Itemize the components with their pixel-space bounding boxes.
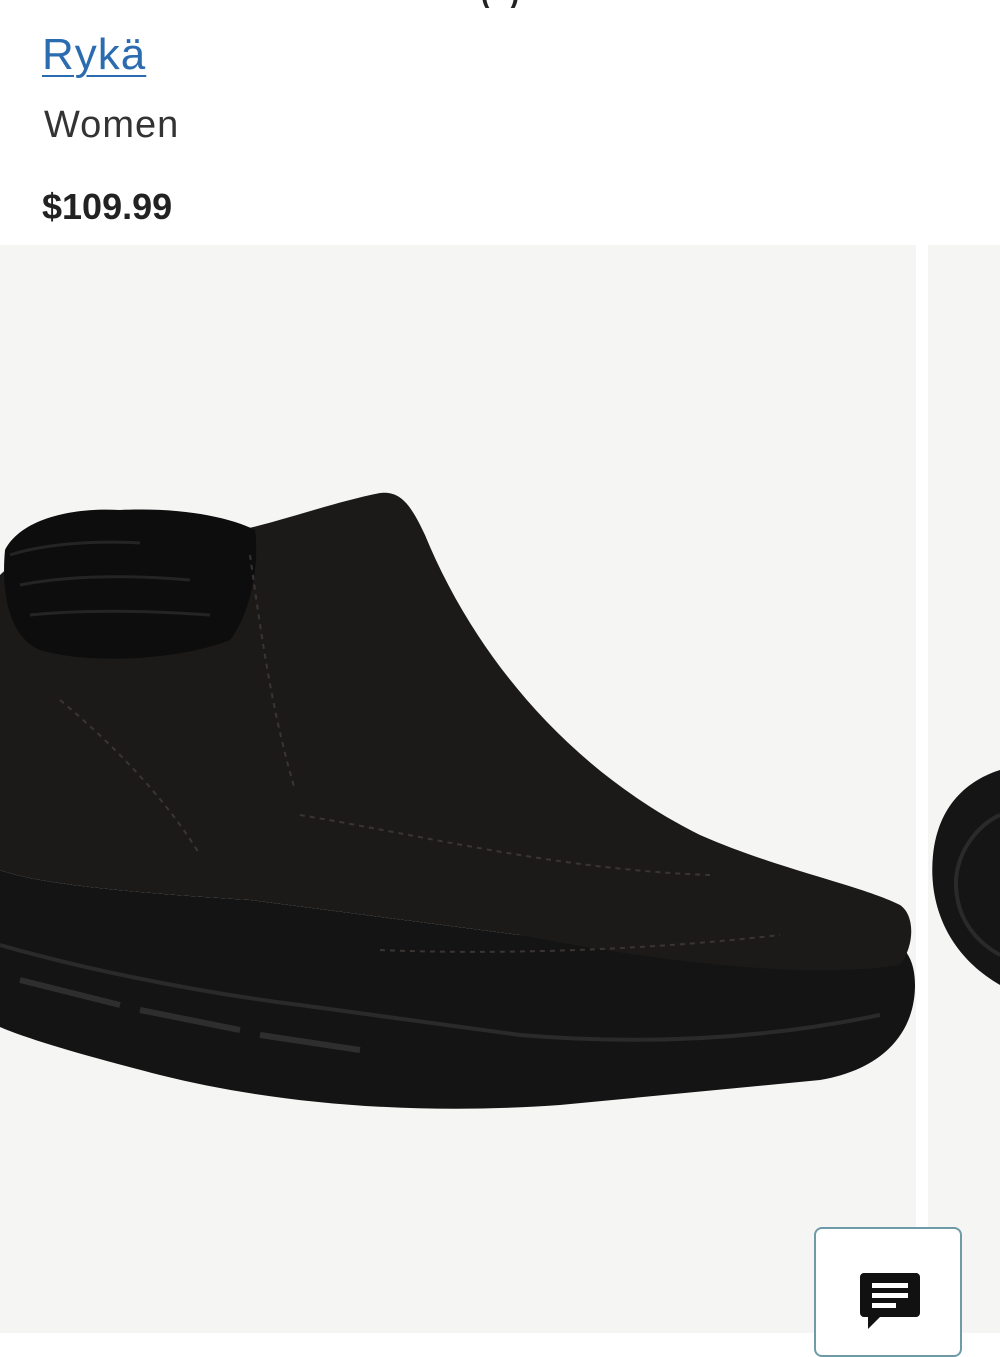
chat-button[interactable] bbox=[814, 1227, 962, 1357]
price: $109.99 bbox=[42, 186, 173, 227]
boot-image bbox=[0, 492, 915, 1109]
product-title-cut-off: ( ) bbox=[0, 0, 1000, 8]
brand-link[interactable]: Rykä bbox=[42, 30, 146, 80]
boot-image-partial bbox=[932, 770, 1000, 985]
product-image-carousel[interactable] bbox=[0, 245, 1000, 1333]
gender-label: Women bbox=[44, 104, 180, 146]
chat-bubble-icon bbox=[860, 1273, 920, 1329]
product-image-main[interactable] bbox=[0, 245, 916, 1333]
product-image-next[interactable] bbox=[928, 245, 1000, 1333]
